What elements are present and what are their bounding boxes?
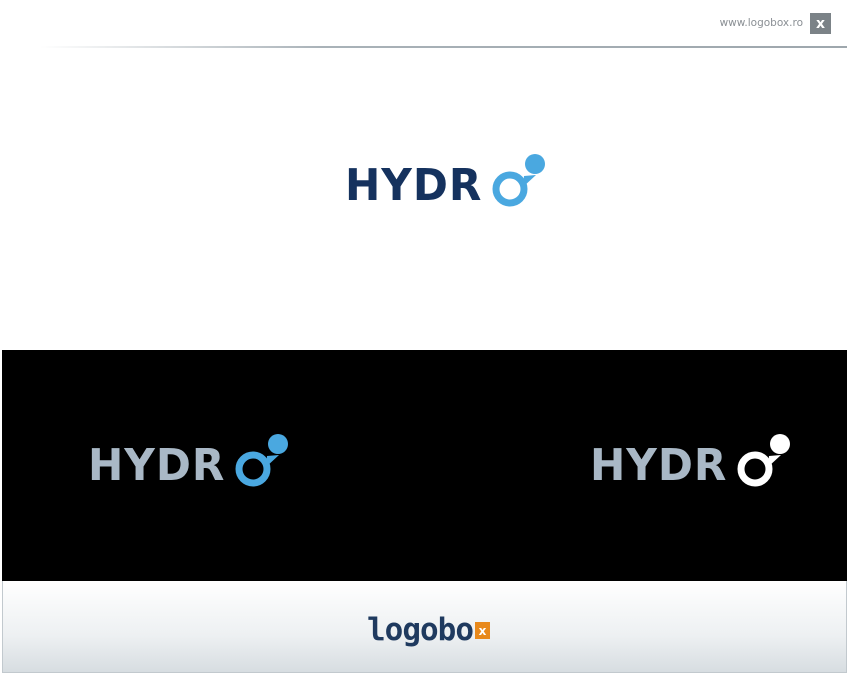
- hydro-logo-primary: HYDR: [345, 152, 548, 208]
- logobox-brand-logo[interactable]: logobo x: [367, 615, 490, 646]
- water-drop-o-icon: [235, 434, 289, 487]
- hydro-logo-reversed-mono: HYDR: [590, 432, 793, 488]
- brand-wordmark: logobo: [367, 612, 474, 648]
- water-drop-o-icon: [737, 434, 791, 487]
- brand-x-badge: x: [474, 622, 490, 639]
- close-button[interactable]: x: [810, 13, 831, 34]
- logo-wordmark: HYDR: [590, 440, 728, 491]
- header-divider: [40, 46, 847, 48]
- footer-bar: logobo x: [2, 581, 847, 673]
- hydro-logo-reversed-color: HYDR: [88, 432, 291, 488]
- close-icon: x: [815, 15, 826, 32]
- water-drop-o-icon: [492, 154, 546, 207]
- site-url-link[interactable]: www.logobox.ro: [720, 17, 803, 29]
- top-bar: www.logobox.ro x: [0, 0, 847, 50]
- logo-wordmark: HYDR: [88, 440, 226, 491]
- logo-wordmark: HYDR: [345, 160, 483, 211]
